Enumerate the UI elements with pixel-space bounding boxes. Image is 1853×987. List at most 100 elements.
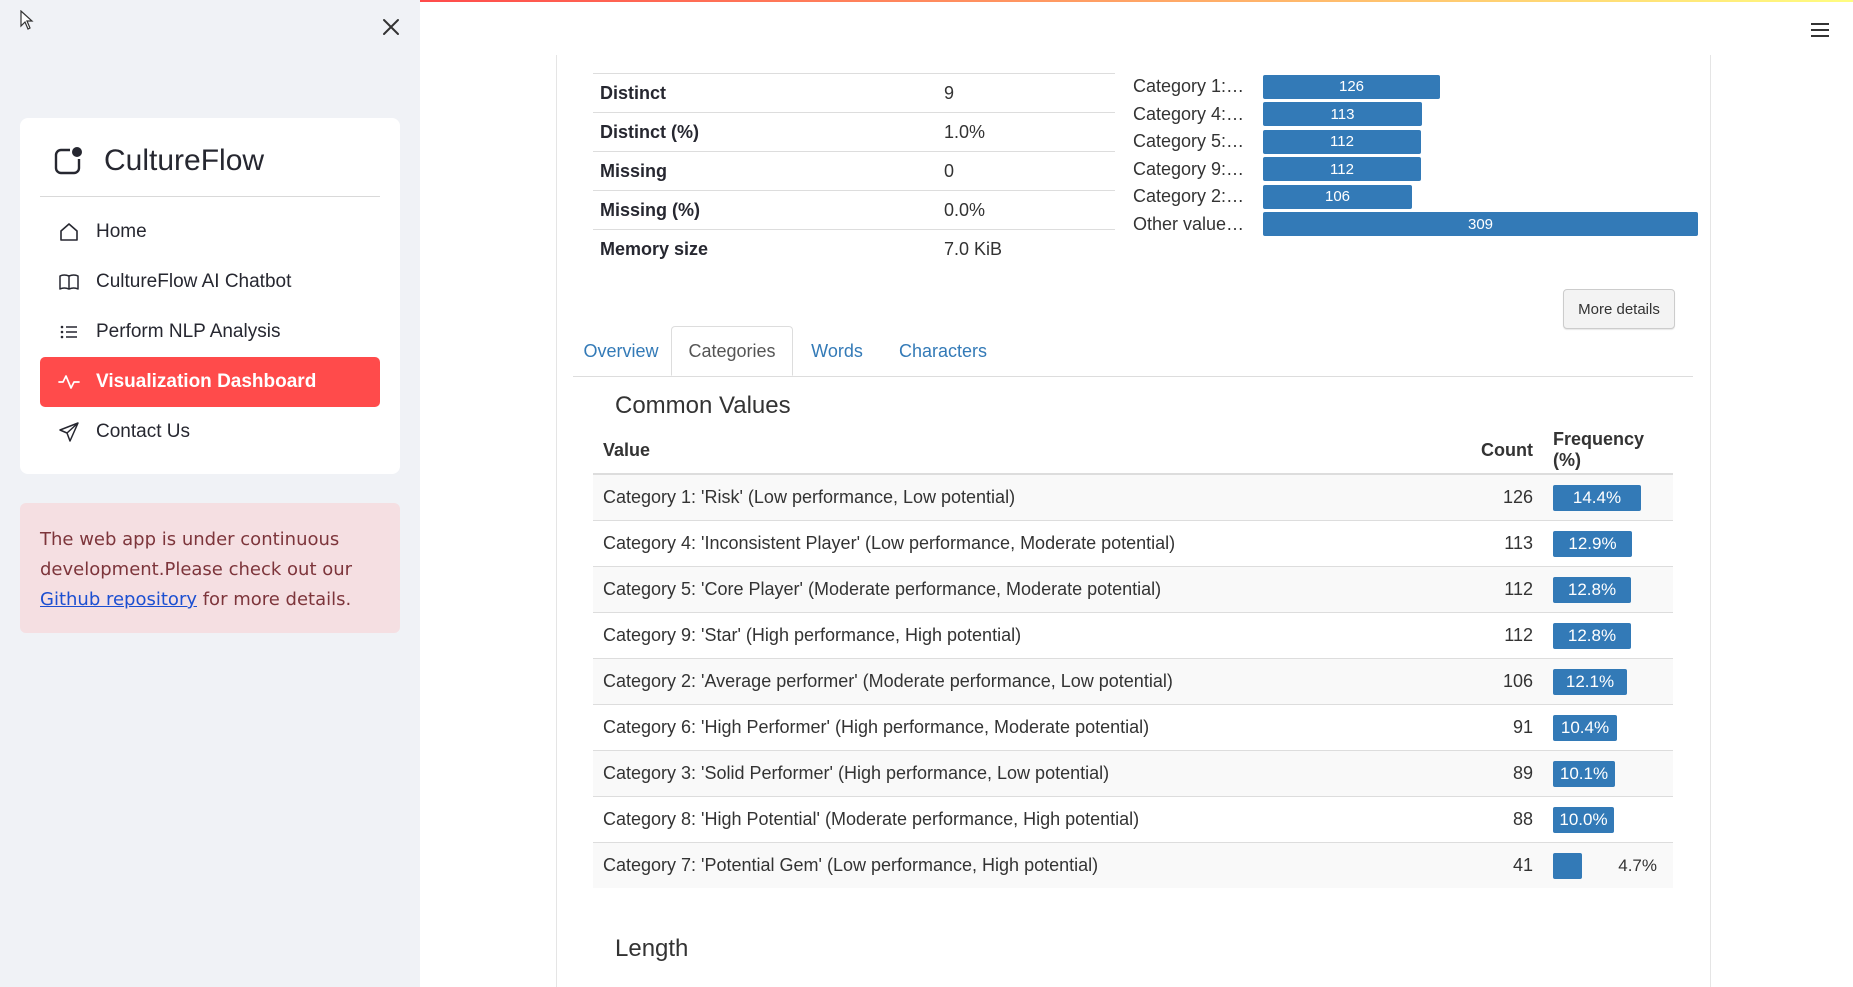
category-mini-chart: Category 1:… 126 Category 4:… 113 Category 5… [1133, 73, 1703, 238]
mini-chart-row: Category 9:… 112 [1133, 156, 1703, 184]
mini-chart-bar: 112 [1263, 157, 1421, 182]
frequency-bar-wrap: 10.0% [1553, 806, 1657, 833]
mini-chart-bar: 112 [1263, 129, 1421, 154]
app-indicator-icon [54, 147, 82, 175]
cell-frequency: 10.1% [1543, 750, 1673, 797]
table-row: Category 8: 'High Potential' (Moderate p… [593, 796, 1673, 843]
stats-row: Distinct (%) 1.0% [593, 112, 1115, 152]
nav-item-home[interactable]: Home [40, 207, 380, 257]
common-values-table: Value Count Frequency (%) Category 1: 'R… [593, 427, 1673, 888]
close-sidebar-button[interactable] [378, 14, 404, 40]
frequency-bar: 12.8% [1553, 622, 1631, 649]
cell-count: 88 [1443, 796, 1543, 843]
nav-item-label: CultureFlow AI Chatbot [96, 271, 292, 292]
frequency-bar-wrap: 4.7% [1553, 852, 1657, 879]
notice-text-end: for more details. [197, 589, 352, 610]
stat-key: Distinct (%) [593, 112, 937, 152]
stat-key: Missing [593, 151, 937, 191]
length-section-title: Length [615, 935, 689, 962]
tab-words[interactable]: Words [795, 326, 879, 376]
frequency-bar-wrap: 12.9% [1553, 530, 1657, 557]
stat-value: 1.0% [937, 112, 1115, 152]
house-icon [58, 221, 80, 243]
stats-table: Distinct 9 Distinct (%) 1.0% Missing 0 Miss… [593, 73, 1115, 268]
cell-frequency: 12.1% [1543, 658, 1673, 705]
cell-value: Category 8: 'High Potential' (Moderate p… [593, 796, 1443, 843]
mini-chart-label: Category 9:… [1133, 158, 1245, 179]
mini-chart-bar: 126 [1263, 74, 1440, 99]
mini-chart-row: Category 5:… 112 [1133, 128, 1703, 156]
column-header-count: Count [1443, 427, 1543, 475]
stats-row: Missing (%) 0.0% [593, 190, 1115, 230]
brand-header: CultureFlow [40, 140, 380, 197]
nav-item-label: Contact Us [96, 421, 190, 442]
frequency-bar [1553, 852, 1582, 879]
cell-value: Category 5: 'Core Player' (Moderate perf… [593, 566, 1443, 613]
send-icon [58, 421, 80, 443]
frequency-bar: 10.0% [1553, 806, 1614, 833]
cell-count: 106 [1443, 658, 1543, 705]
mini-chart-row: Category 2:… 106 [1133, 183, 1703, 211]
tab-overview[interactable]: Overview [573, 326, 669, 376]
mini-chart-bar: 106 [1263, 184, 1412, 209]
frequency-bar: 12.1% [1553, 668, 1627, 695]
mini-chart-label: Category 5:… [1133, 131, 1245, 152]
mini-chart-row: Category 4:… 113 [1133, 101, 1703, 129]
table-row: Category 7: 'Potential Gem' (Low perform… [593, 842, 1673, 888]
table-row: Category 1: 'Risk' (Low performance, Low… [593, 473, 1673, 521]
stats-row: Memory size 7.0 KiB [593, 229, 1115, 268]
stat-key: Distinct [593, 73, 937, 113]
frequency-bar: 12.8% [1553, 576, 1631, 603]
column-header-value: Value [593, 427, 1443, 475]
stat-value: 0.0% [937, 190, 1115, 230]
tab-categories[interactable]: Categories [671, 326, 793, 376]
table-header-row: Value Count Frequency (%) [593, 427, 1673, 475]
cell-count: 89 [1443, 750, 1543, 797]
list-icon [58, 321, 80, 343]
cell-count: 112 [1443, 566, 1543, 613]
more-details-button[interactable]: More details [1563, 289, 1675, 329]
frequency-bar-wrap: 12.1% [1553, 668, 1657, 695]
cell-count: 126 [1443, 473, 1543, 521]
stats-row: Distinct 9 [593, 73, 1115, 113]
cell-frequency: 12.9% [1543, 520, 1673, 567]
tab-characters[interactable]: Characters [883, 326, 1003, 376]
mini-chart-label: Category 4:… [1133, 103, 1245, 124]
notice-text: The web app is under continuous developm… [40, 529, 353, 580]
nav-item-contact-us[interactable]: Contact Us [40, 407, 380, 457]
mini-chart-bar: 309 [1263, 212, 1698, 237]
cell-count: 41 [1443, 842, 1543, 888]
nav-list: Home CultureFlow AI Chatbot Perform NLP … [40, 207, 380, 457]
cell-count: 112 [1443, 612, 1543, 659]
variable-report: Distinct 9 Distinct (%) 1.0% Missing 0 Miss… [556, 55, 1711, 987]
cell-count: 91 [1443, 704, 1543, 751]
cell-value: Category 6: 'High Performer' (High perfo… [593, 704, 1443, 751]
cell-value: Category 3: 'Solid Performer' (High perf… [593, 750, 1443, 797]
nav-item-visualization-dashboard[interactable]: Visualization Dashboard [40, 357, 380, 407]
cell-value: Category 2: 'Average performer' (Moderat… [593, 658, 1443, 705]
stat-value: 0 [937, 151, 1115, 191]
nav-item-chatbot[interactable]: CultureFlow AI Chatbot [40, 257, 380, 307]
cell-value: Category 7: 'Potential Gem' (Low perform… [593, 842, 1443, 888]
mini-chart-row: Other value… 309 [1133, 211, 1703, 239]
frequency-bar-wrap: 10.4% [1553, 714, 1657, 741]
nav-item-label: Home [96, 221, 147, 242]
book-icon [58, 271, 80, 293]
cell-value: Category 9: 'Star' (High performance, Hi… [593, 612, 1443, 659]
nav-item-nlp-analysis[interactable]: Perform NLP Analysis [40, 307, 380, 357]
table-row: Category 3: 'Solid Performer' (High perf… [593, 750, 1673, 797]
github-repository-link[interactable]: Github repository [40, 589, 197, 610]
table-row: Category 6: 'High Performer' (High perfo… [593, 704, 1673, 751]
frequency-bar: 12.9% [1553, 530, 1632, 557]
table-row: Category 9: 'Star' (High performance, Hi… [593, 612, 1673, 659]
mini-chart-row: Category 1:… 126 [1133, 73, 1703, 101]
navigation-menu: CultureFlow Home CultureFlow AI Chatbot … [20, 118, 400, 474]
hamburger-menu-icon[interactable] [1808, 18, 1832, 42]
mini-chart-label: Category 2:… [1133, 186, 1245, 207]
mini-chart-bar: 113 [1263, 102, 1422, 127]
cell-frequency: 10.4% [1543, 704, 1673, 751]
stats-row: Missing 0 [593, 151, 1115, 191]
sidebar: CultureFlow Home CultureFlow AI Chatbot … [0, 0, 420, 987]
table-row: Category 4: 'Inconsistent Player' (Low p… [593, 520, 1673, 567]
header-decoration [420, 0, 1853, 2]
